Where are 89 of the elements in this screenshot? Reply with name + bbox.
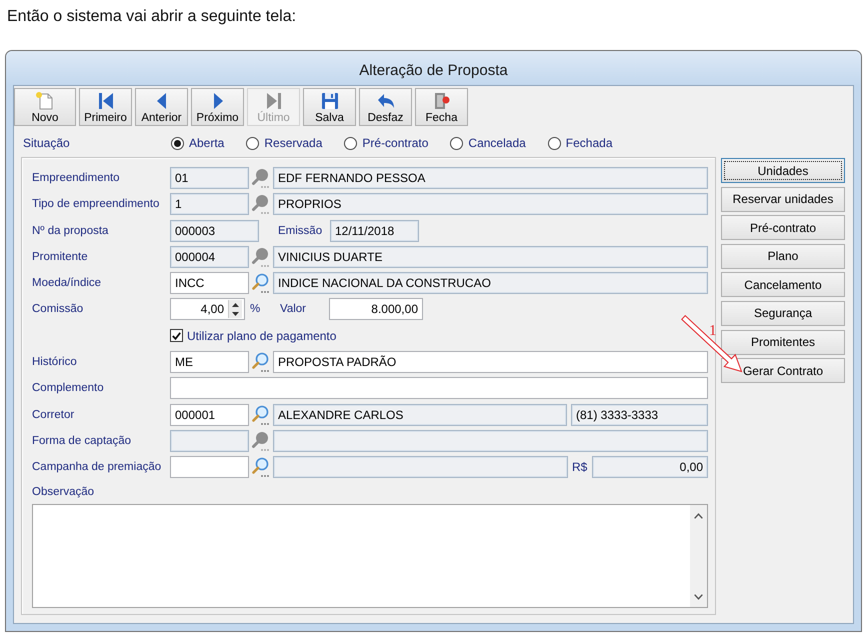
input-field[interactable]: ALEXANDRE CARLOS	[273, 404, 567, 426]
field-label: Situação	[23, 136, 71, 150]
input-field[interactable]: INDICE NACIONAL DA CONSTRUCAO	[273, 272, 708, 294]
field-label: Valor	[280, 303, 307, 316]
input-field[interactable]: 01	[170, 167, 249, 189]
action-button[interactable]: Segurança	[721, 300, 845, 326]
toolbar-button[interactable]: Novo	[14, 88, 76, 126]
radio-label: Pré-contrato	[362, 136, 428, 150]
checkmark-icon	[172, 332, 181, 340]
toolbar-button[interactable]: Anterior	[135, 88, 188, 126]
action-button[interactable]: Cancelamento	[721, 272, 845, 298]
action-button[interactable]: Gerar Contrato	[721, 358, 845, 384]
radio-label: Cancelada	[468, 136, 526, 150]
search-icon[interactable]	[251, 272, 271, 294]
action-button[interactable]: Unidades	[721, 158, 845, 183]
input-field[interactable]	[170, 377, 708, 400]
checkbox[interactable]	[170, 329, 183, 342]
search-icon[interactable]	[251, 404, 271, 426]
search-icon[interactable]	[251, 193, 271, 216]
field-label: Promitente	[32, 250, 89, 263]
radio-label: Fechada	[566, 136, 612, 150]
spin-up-button[interactable]	[229, 300, 242, 310]
input-field[interactable]: 000003	[170, 220, 259, 242]
input-field[interactable]	[170, 430, 249, 452]
input-field[interactable]	[273, 456, 568, 478]
caption-text: Então o sistema vai abrir a seguinte tela:	[7, 8, 296, 25]
field-label: R$	[572, 460, 588, 474]
chevron-down-icon[interactable]	[694, 594, 703, 600]
document-icon	[35, 92, 55, 110]
checkbox-label: Utilizar plano de pagamento	[187, 328, 336, 343]
field-label: Corretor	[32, 408, 76, 421]
caret-up-icon	[232, 302, 239, 307]
action-button[interactable]: Pré-contrato	[721, 215, 845, 240]
input-field[interactable]: (81) 3333-3333	[571, 404, 708, 426]
input-field[interactable]: 1	[170, 193, 249, 216]
input-field[interactable]: 12/11/2018	[330, 220, 419, 242]
search-icon[interactable]	[251, 246, 271, 268]
action-button[interactable]: Plano	[721, 244, 845, 269]
input-field[interactable]: INCC	[170, 272, 249, 294]
field-label: Forma de captação	[32, 434, 132, 447]
field-label: Complemento	[32, 382, 105, 394]
input-field[interactable]: 8.000,00	[329, 298, 423, 320]
radio-button[interactable]	[171, 136, 184, 150]
action-button[interactable]: Reservar unidades	[721, 186, 845, 212]
toolbar-button[interactable]: Fecha	[415, 88, 468, 126]
toolbar-button[interactable]: Primeiro	[79, 88, 132, 126]
field-label: Observação	[32, 484, 94, 500]
input-field[interactable]: 0,00	[592, 456, 708, 478]
undo-icon	[376, 92, 396, 110]
spin-down-button[interactable]	[229, 309, 242, 318]
field-label: Histórico	[32, 356, 78, 368]
input-field[interactable]: VINICIUS DUARTE	[273, 246, 708, 268]
annotation-number: 1	[709, 323, 716, 339]
window-title: Alteração de Proposta	[359, 62, 508, 80]
annotation-arrow	[681, 315, 743, 373]
field-label: Moeda/índice	[32, 277, 102, 290]
input-field[interactable]: PROPRIOS	[273, 193, 708, 216]
field-label: %	[250, 303, 260, 316]
field-label: Emissão	[278, 224, 324, 237]
input-field[interactable]: 000004	[170, 246, 249, 268]
toolbar-button[interactable]: Desfaz	[359, 88, 412, 126]
radio-button[interactable]	[450, 136, 464, 150]
radio-label: Reservada	[264, 136, 322, 150]
search-icon[interactable]	[251, 456, 271, 478]
toolbar-button[interactable]: Próximo	[191, 88, 244, 126]
input-field[interactable]: EDF FERNANDO PESSOA	[273, 167, 708, 189]
save-icon	[320, 92, 340, 110]
input-field[interactable]: ME	[170, 351, 249, 374]
caret-down-icon	[232, 312, 239, 316]
chevron-up-icon[interactable]	[694, 512, 703, 519]
radio-label: Aberta	[189, 136, 224, 150]
number-field[interactable]: 4,00	[170, 298, 245, 320]
field-label: Nº da proposta	[32, 224, 110, 237]
input-field[interactable]: PROPOSTA PADRÃO	[273, 351, 708, 374]
radio-button[interactable]	[344, 136, 358, 150]
input-field[interactable]	[273, 430, 708, 452]
toolbar-button[interactable]: Salva	[303, 88, 356, 126]
radio-button[interactable]	[246, 136, 260, 150]
action-button[interactable]: Promitentes	[721, 330, 845, 355]
field-label: Comissão	[32, 303, 84, 316]
search-icon[interactable]	[251, 430, 271, 452]
radio-button[interactable]	[548, 136, 561, 150]
input-field[interactable]: 000001	[170, 404, 249, 426]
field-label: Campanha de premiação	[32, 461, 162, 474]
search-icon[interactable]	[251, 167, 271, 189]
input-field[interactable]	[170, 456, 249, 478]
search-icon[interactable]	[251, 351, 271, 374]
field-label: Empreendimento	[32, 172, 121, 184]
field-label: Tipo de empreendimento	[32, 198, 160, 210]
